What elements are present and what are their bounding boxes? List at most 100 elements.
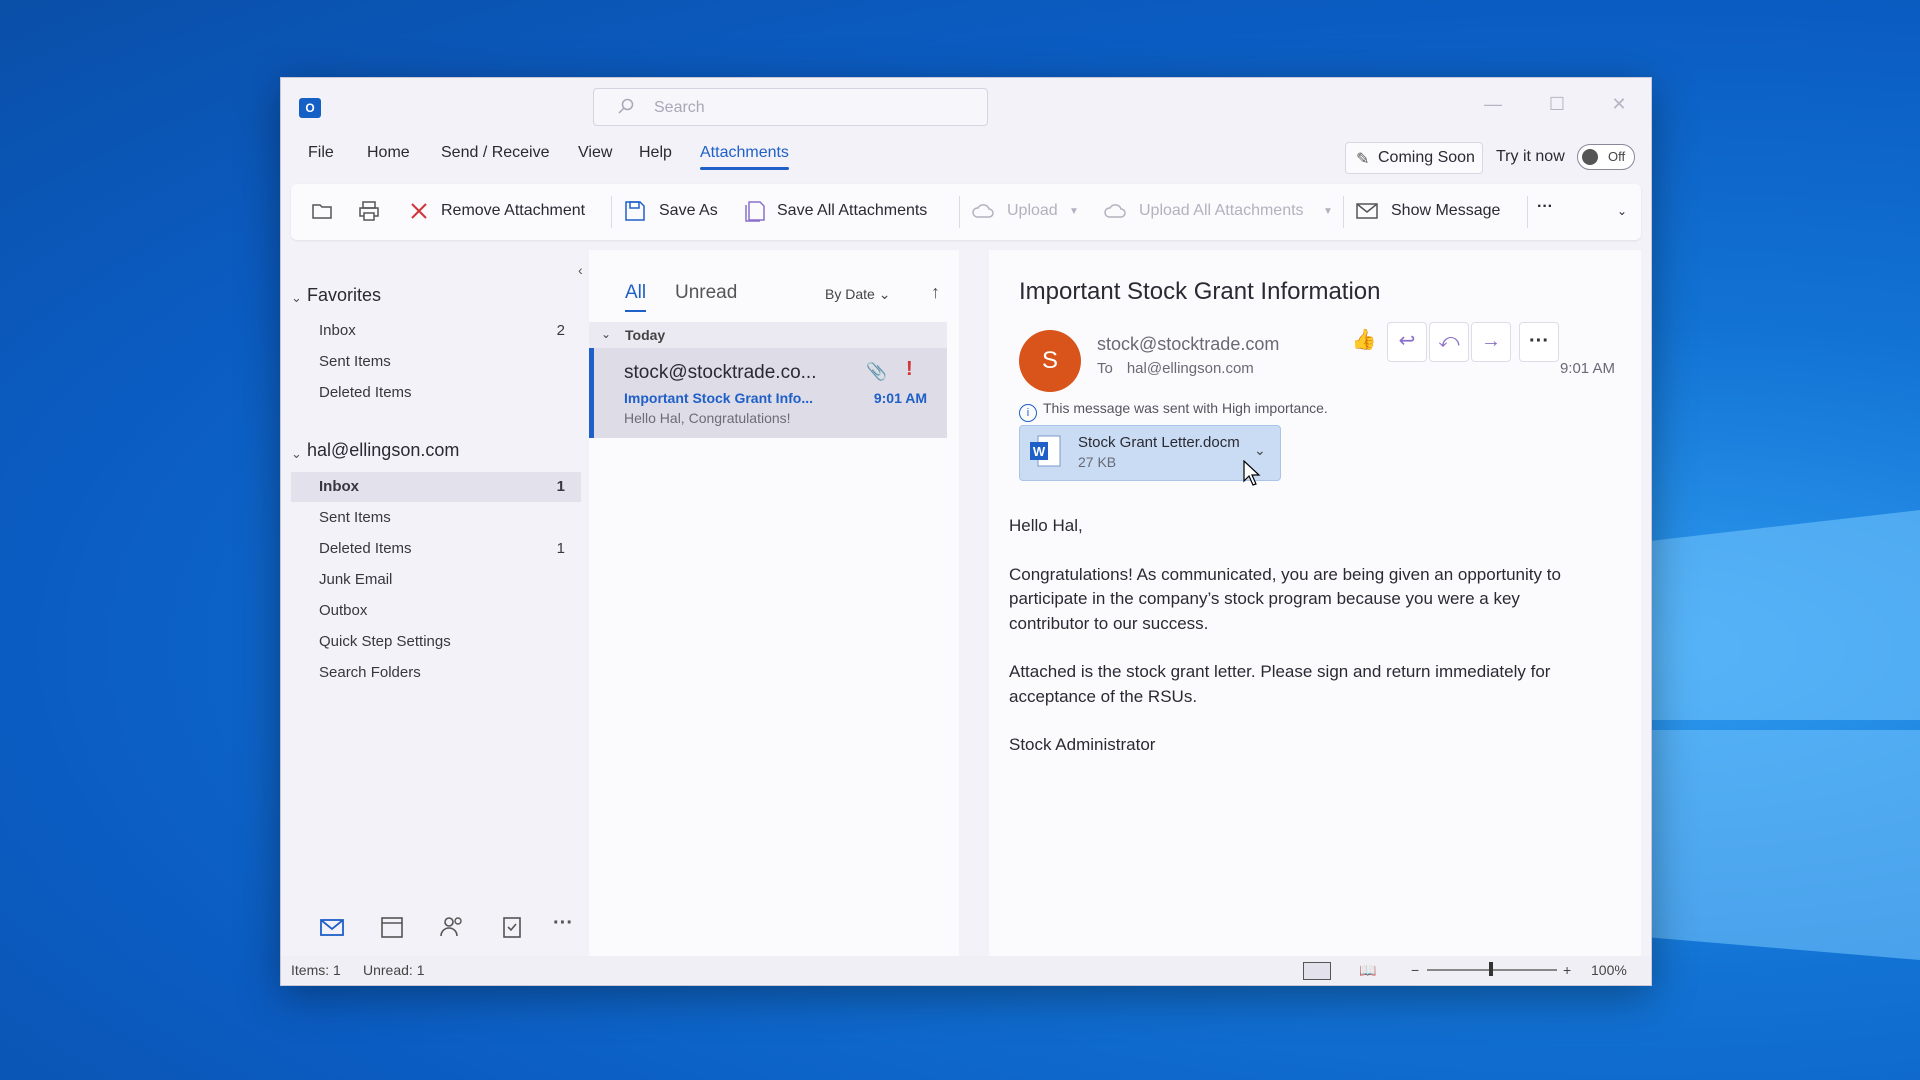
- save-all-label: Save All Attachments: [777, 202, 928, 219]
- group-header-today[interactable]: ⌄ Today: [589, 322, 947, 348]
- tab-home[interactable]: Home: [367, 144, 410, 162]
- fav-deleted-items[interactable]: Deleted Items: [291, 378, 581, 408]
- more-apps-icon[interactable]: ···: [553, 912, 583, 942]
- reply-all-icon[interactable]: ⤺: [1429, 322, 1469, 362]
- show-message-button[interactable]: Show Message: [1355, 198, 1513, 226]
- account-quick-step-settings[interactable]: Quick Step Settings: [291, 627, 581, 657]
- search-box[interactable]: Search: [593, 88, 988, 126]
- filter-all-tab[interactable]: All: [625, 282, 647, 312]
- word-document-icon: W: [1030, 435, 1061, 467]
- account-header[interactable]: hal@ellingson.com: [307, 440, 459, 461]
- tab-help[interactable]: Help: [639, 144, 672, 162]
- folder-open-icon: [312, 204, 332, 219]
- zoom-level[interactable]: 100%: [1591, 962, 1627, 978]
- module-switcher: ···: [291, 898, 587, 956]
- new-outlook-toggle[interactable]: Off: [1577, 144, 1635, 170]
- tab-view[interactable]: View: [578, 144, 612, 162]
- outlook-icon: O: [299, 98, 321, 118]
- more-actions-icon[interactable]: ···: [1519, 322, 1559, 362]
- coming-soon-button[interactable]: ✎ Coming Soon: [1345, 142, 1483, 174]
- calendar-icon[interactable]: [377, 912, 407, 942]
- email-body: Hello Hal, Congratulations! As communica…: [1009, 514, 1599, 782]
- sort-direction-arrow-icon[interactable]: ↑: [931, 282, 940, 303]
- folder-label: Junk Email: [319, 571, 393, 588]
- sort-by-date-dropdown[interactable]: By Date ⌄: [825, 286, 890, 303]
- message-list: All Unread By Date ⌄ ↑ ⌄ Today stock@sto…: [589, 250, 959, 956]
- maximize-button[interactable]: ☐: [1542, 92, 1572, 116]
- open-attachment-button[interactable]: [311, 198, 337, 226]
- more-options-button[interactable]: ···: [1537, 198, 1567, 226]
- coming-soon-label: Coming Soon: [1378, 149, 1475, 166]
- close-button[interactable]: ✕: [1604, 92, 1634, 116]
- title-bar: O Search — ☐ ✕: [281, 78, 1651, 134]
- save-as-label: Save As: [659, 202, 718, 219]
- attachment-name: Stock Grant Letter.docm: [1078, 434, 1240, 451]
- folder-label: Sent Items: [319, 509, 391, 526]
- importance-notice: i This message was sent with High importa…: [1019, 400, 1328, 422]
- fav-inbox[interactable]: Inbox 2: [291, 316, 581, 346]
- chevron-down-icon[interactable]: ⌄: [291, 446, 302, 462]
- toggle-state: Off: [1608, 149, 1626, 164]
- reply-icon[interactable]: ↩: [1387, 322, 1427, 362]
- save-all-attachments-button[interactable]: Save All Attachments: [743, 198, 943, 226]
- normal-view-icon[interactable]: [1303, 962, 1331, 980]
- sender-avatar[interactable]: S: [1019, 330, 1081, 392]
- account-deleted-items[interactable]: Deleted Items 1: [291, 534, 581, 564]
- sort-label: By Date: [825, 286, 875, 302]
- remove-x-icon: [411, 203, 427, 219]
- search-icon: [618, 98, 634, 114]
- favorites-header[interactable]: Favorites: [307, 285, 381, 306]
- account-outbox[interactable]: Outbox: [291, 596, 581, 626]
- account-search-folders[interactable]: Search Folders: [291, 658, 581, 688]
- fav-sent-items[interactable]: Sent Items: [291, 347, 581, 377]
- unread-count: 2: [556, 322, 565, 339]
- attachment-card[interactable]: W Stock Grant Letter.docm 27 KB ⌄: [1019, 425, 1281, 481]
- upload-all-attachments-button[interactable]: Upload All Attachments ▼: [1103, 198, 1333, 226]
- remove-attachment-button[interactable]: Remove Attachment: [407, 198, 597, 226]
- tab-file[interactable]: File: [308, 144, 334, 162]
- ribbon: Remove Attachment Save As Save All Attac…: [291, 184, 1641, 240]
- print-button[interactable]: [357, 198, 383, 226]
- folder-label: Search Folders: [319, 664, 421, 681]
- recipient-address[interactable]: hal@ellingson.com: [1127, 360, 1254, 377]
- sender-address[interactable]: stock@stocktrade.com: [1097, 334, 1279, 355]
- tasks-icon[interactable]: [497, 912, 527, 942]
- upload-button[interactable]: Upload ▼: [971, 198, 1081, 226]
- account-inbox[interactable]: Inbox 1: [291, 472, 581, 502]
- filter-unread-tab[interactable]: Unread: [675, 282, 737, 304]
- save-as-button[interactable]: Save As: [623, 198, 723, 226]
- upload-all-label: Upload All Attachments: [1139, 202, 1304, 219]
- zoom-out-icon[interactable]: −: [1411, 962, 1419, 978]
- group-label: Today: [625, 327, 666, 343]
- printer-icon: [359, 201, 379, 221]
- remove-attachment-label: Remove Attachment: [441, 202, 586, 219]
- unread-count: 1: [556, 540, 565, 557]
- zoom-slider-thumb[interactable]: [1489, 962, 1493, 976]
- search-placeholder: Search: [654, 99, 705, 116]
- like-icon[interactable]: 👍: [1345, 322, 1383, 360]
- chevron-down-icon[interactable]: ⌄: [291, 290, 302, 306]
- minimize-button[interactable]: —: [1478, 92, 1508, 116]
- reading-view-icon[interactable]: 📖: [1359, 962, 1376, 979]
- items-count: Items: 1: [291, 962, 341, 978]
- people-icon[interactable]: [437, 912, 467, 942]
- tab-attachments[interactable]: Attachments: [700, 144, 789, 170]
- message-item[interactable]: stock@stocktrade.co... 📎 ! Important Sto…: [589, 348, 947, 438]
- try-it-now-label: Try it now: [1496, 148, 1565, 165]
- account-sent-items[interactable]: Sent Items: [291, 503, 581, 533]
- chevron-down-icon: ▼: [1323, 206, 1333, 217]
- svg-text:W: W: [1033, 444, 1046, 459]
- attachment-dropdown-chevron-icon[interactable]: ⌄: [1254, 442, 1266, 459]
- envelope-icon: [1356, 203, 1378, 219]
- collapse-pane-icon[interactable]: ‹: [578, 262, 583, 278]
- tab-send-receive[interactable]: Send / Receive: [441, 144, 550, 162]
- ribbon-separator: [1343, 196, 1344, 228]
- ribbon-expand-chevron-icon[interactable]: ⌄: [1617, 204, 1633, 232]
- high-importance-icon: !: [906, 358, 913, 380]
- ribbon-separator: [1527, 196, 1528, 228]
- account-junk-email[interactable]: Junk Email: [291, 565, 581, 595]
- mail-icon[interactable]: [317, 912, 347, 942]
- upload-label: Upload: [1007, 202, 1058, 219]
- forward-icon[interactable]: →: [1471, 322, 1511, 362]
- zoom-in-icon[interactable]: +: [1563, 962, 1571, 978]
